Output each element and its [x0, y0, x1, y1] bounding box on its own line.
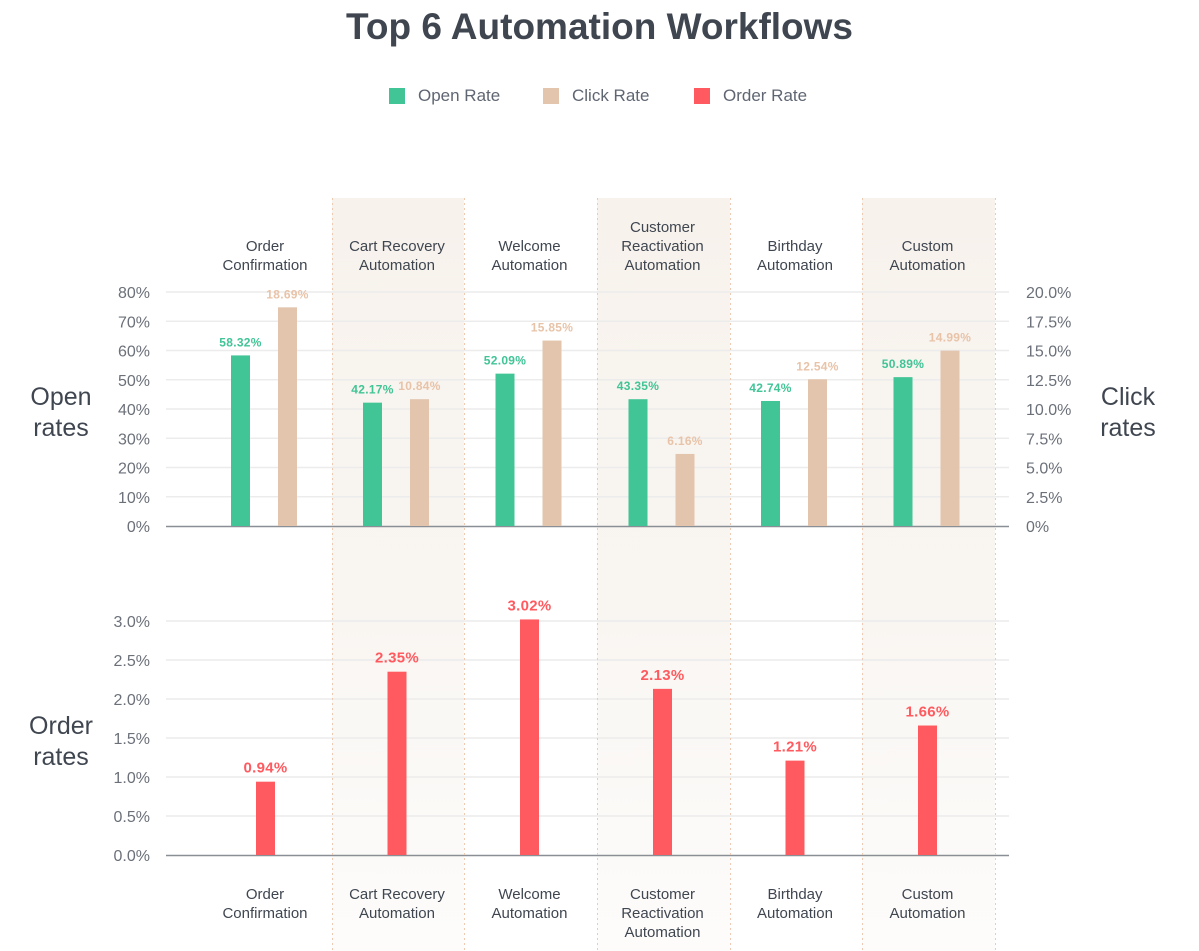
top-category-label: Customer [630, 219, 695, 236]
data-label-click-rate: 12.54% [796, 359, 839, 373]
bottom-category-label: Birthday [767, 886, 823, 903]
top-category-label: Reactivation [621, 238, 704, 255]
right-tick-label: 7.5% [1026, 431, 1062, 448]
bottom-category-label: Custom [902, 886, 954, 903]
data-label-click-rate: 15.85% [531, 321, 574, 335]
left-axis-title: rates [33, 414, 89, 442]
left-tick-label: 0.5% [114, 809, 150, 826]
bar-open-rate-welcome-automation [495, 373, 515, 526]
bar-open-rate-order-confirmation [231, 355, 250, 526]
top-category-label: Order [246, 238, 284, 255]
bar-order-rate-order-confirmation [256, 781, 275, 855]
left-tick-label: 70% [118, 314, 150, 331]
top-category-label: Custom [902, 238, 954, 255]
bar-open-rate-cart-recovery-automation [363, 402, 382, 526]
bar-order-rate-birthday-automation [785, 760, 805, 855]
left-tick-label: 0% [127, 519, 150, 536]
bottom-category-label: Customer [630, 886, 695, 903]
data-label-order-rate: 3.02% [507, 597, 551, 614]
data-label-click-rate: 6.16% [667, 434, 703, 448]
right-axis-title: Click [1101, 383, 1156, 411]
bar-click-rate-order-confirmation [278, 307, 297, 526]
left-tick-label: 60% [118, 344, 150, 361]
data-label-order-rate: 0.94% [243, 760, 287, 777]
top-category-label: Automation [890, 257, 966, 274]
bar-open-rate-customer-reactivation-automation [628, 399, 648, 526]
bottom-category-label: Automation [890, 905, 966, 922]
bar-click-rate-cart-recovery-automation [410, 399, 429, 526]
top-category-label: Birthday [767, 238, 823, 255]
left-tick-label: 30% [118, 431, 150, 448]
data-label-open-rate: 42.74% [749, 381, 792, 395]
right-tick-label: 2.5% [1026, 490, 1062, 507]
right-tick-label: 5.0% [1026, 461, 1062, 478]
top-category-label: Automation [757, 257, 833, 274]
left-tick-label: 40% [118, 402, 150, 419]
right-tick-label: 15.0% [1026, 344, 1071, 361]
right-tick-label: 17.5% [1026, 314, 1071, 331]
chart-canvas: 0% 10% 20% 30% 40% 50% 60% 70% 80% Open rates 0% 2.5… [29, 198, 1156, 951]
top-category-label: Welcome [498, 238, 560, 255]
right-tick-label: 12.5% [1026, 373, 1071, 390]
bar-order-rate-customer-reactivation-automation [653, 688, 672, 855]
data-label-order-rate: 2.35% [375, 650, 419, 667]
left-tick-label: 80% [118, 285, 150, 302]
bottom-category-label: Order [246, 886, 284, 903]
bottom-category-label: Cart Recovery [349, 886, 445, 903]
top-category-label: Confirmation [222, 257, 307, 274]
bottom-category-label: Welcome [498, 886, 560, 903]
bar-click-rate-custom-automation [940, 350, 960, 526]
left-tick-label: 50% [118, 373, 150, 390]
bar-click-rate-birthday-automation [808, 379, 827, 526]
bar-order-rate-custom-automation [918, 725, 937, 855]
bottom-category-label: Automation [492, 905, 568, 922]
bottom-category-label: Automation [359, 905, 435, 922]
left-tick-label: 0.0% [114, 848, 150, 865]
bar-click-rate-customer-reactivation-automation [675, 453, 695, 526]
left-axis-title: rates [33, 743, 89, 771]
data-label-click-rate: 10.84% [398, 379, 441, 393]
left-tick-label: 1.5% [114, 731, 150, 748]
data-label-open-rate: 42.17% [351, 383, 394, 397]
data-label-open-rate: 52.09% [484, 354, 527, 368]
bar-open-rate-custom-automation [893, 377, 913, 526]
data-label-order-rate: 2.13% [640, 667, 684, 684]
data-label-click-rate: 18.69% [266, 287, 309, 301]
top-category-label: Automation [359, 257, 435, 274]
bottom-category-label: Automation [757, 905, 833, 922]
top-category-label: Cart Recovery [349, 238, 445, 255]
data-label-order-rate: 1.21% [773, 739, 817, 756]
data-label-click-rate: 14.99% [929, 331, 972, 345]
left-tick-label: 1.0% [114, 770, 150, 787]
data-label-open-rate: 43.35% [617, 379, 660, 393]
left-tick-label: 2.5% [114, 653, 150, 670]
left-axis-title: Order [29, 712, 93, 740]
bar-order-rate-cart-recovery-automation [387, 671, 407, 855]
data-label-open-rate: 50.89% [882, 357, 925, 371]
data-label-order-rate: 1.66% [905, 704, 949, 721]
left-tick-label: 20% [118, 461, 150, 478]
bar-click-rate-welcome-automation [542, 340, 562, 526]
left-tick-label: 10% [118, 490, 150, 507]
left-axis-title: Open [30, 383, 91, 411]
right-tick-label: 0% [1026, 519, 1049, 536]
bar-open-rate-birthday-automation [761, 400, 780, 526]
top-category-label: Automation [625, 257, 701, 274]
right-tick-label: 20.0% [1026, 285, 1071, 302]
bottom-category-label: Confirmation [222, 905, 307, 922]
right-axis-title: rates [1100, 414, 1156, 442]
bottom-category-label: Automation [625, 924, 701, 941]
bottom-category-label: Reactivation [621, 905, 704, 922]
right-tick-label: 10.0% [1026, 402, 1071, 419]
bar-order-rate-welcome-automation [520, 619, 539, 855]
left-tick-label: 2.0% [114, 692, 150, 709]
top-category-label: Automation [492, 257, 568, 274]
left-tick-label: 3.0% [114, 614, 150, 631]
data-label-open-rate: 58.32% [219, 335, 262, 349]
